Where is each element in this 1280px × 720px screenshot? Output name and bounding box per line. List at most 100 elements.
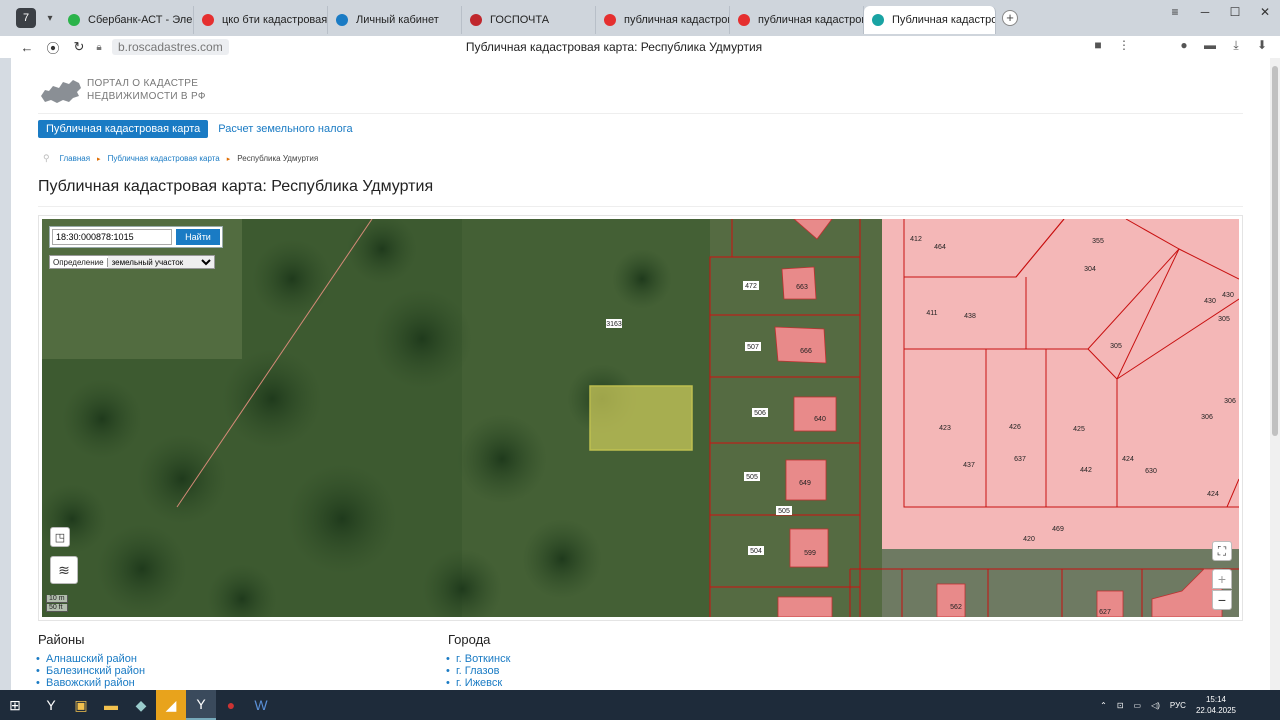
tab-count-badge[interactable]: 7 — [16, 8, 36, 28]
svg-text:506: 506 — [754, 410, 766, 417]
cadastral-search: Найти — [49, 226, 223, 248]
window-controls: ≡ ─ ☐ ✕ — [1160, 0, 1280, 24]
browser-tab-3[interactable]: Личный кабинет — [328, 6, 462, 34]
new-tab-button[interactable]: + — [1002, 10, 1018, 26]
russia-map-icon — [41, 80, 81, 103]
parcel-label: 430 — [1204, 298, 1216, 305]
zoom-out-button[interactable]: − — [1212, 590, 1232, 610]
bookmark-icon[interactable]: ■ — [1090, 38, 1106, 53]
protect-icon[interactable]: ⦿ — [40, 38, 66, 57]
clock-date: 22.04.2025 — [1195, 706, 1236, 715]
logo-line-1: ПОРТАЛ О КАДАСТРЕ — [87, 78, 199, 89]
scrollbar-thumb[interactable] — [1272, 66, 1278, 436]
parcel-label: 640 — [814, 416, 826, 423]
browser-tab-active[interactable]: Публичная кадастровая✕ — [864, 6, 996, 34]
district-link[interactable]: Алнашский район — [36, 653, 145, 665]
tab-label: Публичная кадастровая — [892, 14, 996, 26]
browser-tab-1[interactable]: Сбербанк-АСТ - Электро — [60, 6, 194, 34]
windows-start-icon[interactable]: ⊞ — [0, 690, 30, 720]
url-text[interactable]: b.roscadastres.com — [112, 39, 229, 55]
parcel-label: 442 — [1080, 467, 1092, 474]
folder-app-icon[interactable]: ◢ — [156, 690, 186, 720]
tab-favicon-icon — [872, 14, 884, 26]
clock[interactable]: 15:14 22.04.2025 — [1196, 694, 1236, 716]
city-link[interactable]: г. Ижевск — [446, 677, 510, 689]
parcel-label: 304 — [1084, 266, 1096, 273]
district-link[interactable]: Вавожский район — [36, 677, 145, 689]
app-icon[interactable]: ◆ — [126, 690, 156, 720]
browser-tab-6[interactable]: публичная кадастровая к — [730, 6, 864, 34]
layers-icon[interactable]: ≋ — [50, 556, 78, 584]
svg-text:505: 505 — [746, 474, 758, 481]
tab-favicon-icon — [336, 14, 348, 26]
close-window-icon[interactable]: ✕ — [1250, 0, 1280, 24]
map-canvas[interactable]: 3163 472 663 507 666 506 640 505 649 505… — [42, 219, 1239, 617]
downloads-icon[interactable]: ⤓ — [1228, 38, 1244, 53]
parcel-label: 663 — [796, 284, 808, 291]
tab-list-chevron-icon[interactable]: ▾ — [40, 13, 60, 24]
word-icon[interactable]: W — [246, 690, 276, 720]
browser-tab-5[interactable]: публичная кадастровая к — [596, 6, 730, 34]
tray-expand-icon[interactable]: ⌃ — [1100, 701, 1107, 710]
parcel-label: 423 — [939, 425, 951, 432]
browser-side-panel — [0, 58, 11, 690]
divider — [38, 206, 1243, 207]
bookmark-menu-icon[interactable]: ≡ — [1160, 0, 1190, 24]
breadcrumb-home[interactable]: Главная — [60, 154, 90, 163]
vpn-icon[interactable]: ▬ — [1202, 38, 1218, 53]
tab-favicon-icon — [604, 14, 616, 26]
download-arrow-icon[interactable]: ⬇ — [1254, 38, 1270, 53]
tab-favicon-icon — [202, 14, 214, 26]
browser-tab-2[interactable]: цко бти кадастровая сто — [194, 6, 328, 34]
svg-text:507: 507 — [747, 344, 759, 351]
photos-icon[interactable]: ▣ — [66, 690, 96, 720]
cadastral-map[interactable]: 3163 472 663 507 666 506 640 505 649 505… — [42, 219, 1239, 617]
profile-icon[interactable]: ● — [1176, 38, 1192, 53]
page-scrollbar[interactable] — [1270, 58, 1280, 690]
cadastral-number-input[interactable] — [52, 229, 172, 245]
parcel-label: 426 — [1009, 424, 1021, 431]
menu-item-land-tax[interactable]: Расчет земельного налога — [218, 123, 352, 135]
parcel-label: 305 — [1218, 316, 1230, 323]
parcel-label: 562 — [950, 604, 962, 611]
parcel-label: 599 — [804, 550, 816, 557]
districts-heading: Районы — [38, 632, 85, 647]
parcel-label: 424 — [1207, 491, 1219, 498]
language-indicator[interactable]: РУС — [1170, 701, 1186, 710]
city-link[interactable]: г. Глазов — [446, 665, 510, 677]
tab-favicon-icon — [470, 14, 482, 26]
yandex-browser-icon[interactable]: Y — [36, 690, 66, 720]
menu-item-cadastral-map[interactable]: Публичная кадастровая карта — [38, 120, 209, 138]
back-icon[interactable]: ← — [14, 40, 40, 55]
map-frame-toggle-icon[interactable]: ◳ — [50, 527, 70, 547]
search-button[interactable]: Найти — [176, 229, 220, 245]
districts-column: Районы Алнашский район Балезинский район… — [36, 632, 145, 689]
reload-icon[interactable]: ↻ — [66, 39, 92, 55]
monitor-icon[interactable]: ▭ — [1134, 701, 1142, 710]
lock-icon: 🔒︎ — [96, 41, 102, 53]
zoom-in-button[interactable]: + — [1212, 569, 1232, 589]
minimize-icon[interactable]: ─ — [1190, 0, 1220, 24]
parcel-label: 306 — [1224, 398, 1236, 405]
file-explorer-icon[interactable]: ▬ — [96, 690, 126, 720]
site-logo[interactable]: ПОРТАЛ О КАДАСТРЕ НЕДВИЖИМОСТИ В РФ — [39, 76, 206, 104]
recording-app-icon[interactable]: ● — [216, 690, 246, 720]
yandex-browser-active-icon[interactable]: Y — [186, 690, 216, 720]
breadcrumb-separator-icon: ▸ — [226, 155, 231, 163]
browser-tab-4[interactable]: ГОСПОЧТА — [462, 6, 596, 34]
fullscreen-icon[interactable]: ⛶ — [1212, 541, 1232, 561]
parcel-label: 412 — [910, 236, 922, 243]
network-icon[interactable]: ⊡ — [1117, 701, 1124, 710]
more-icon[interactable]: ⋮ — [1116, 38, 1132, 53]
definition-select[interactable]: земельный участок — [107, 256, 214, 268]
parcel-label: 420 — [1023, 536, 1035, 543]
parcel-label: 3163 — [606, 319, 622, 328]
district-link[interactable]: Балезинский район — [36, 665, 145, 677]
maximize-icon[interactable]: ☐ — [1220, 0, 1250, 24]
city-link[interactable]: г. Воткинск — [446, 653, 510, 665]
logo-line-2: НЕДВИЖИМОСТИ В РФ — [87, 91, 206, 102]
map-frame: 3163 472 663 507 666 506 640 505 649 505… — [38, 215, 1243, 621]
site-menu: Публичная кадастровая карта Расчет земел… — [38, 120, 353, 138]
breadcrumb-map[interactable]: Публичная кадастровая карта — [108, 154, 220, 163]
volume-icon[interactable]: ◁) — [1151, 701, 1160, 710]
